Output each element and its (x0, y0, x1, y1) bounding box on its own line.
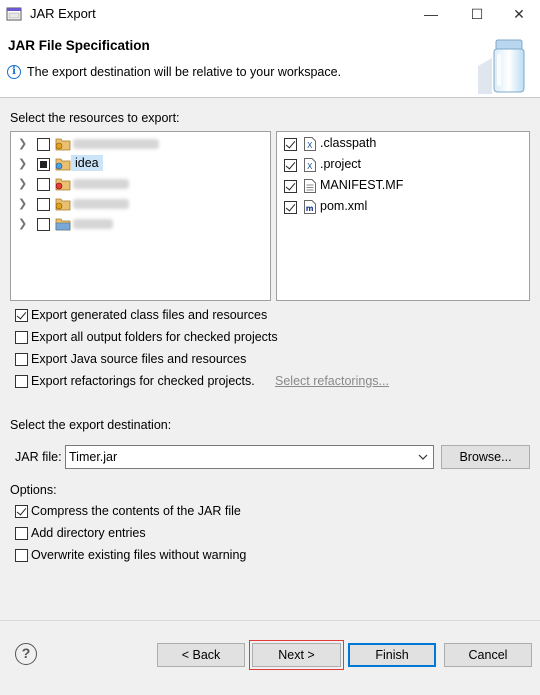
redacted-label (73, 219, 113, 229)
svg-text:m: m (306, 204, 314, 213)
file-list[interactable]: X .classpath X .project MANIFEST.MF m po… (276, 131, 530, 301)
file-checkbox[interactable] (284, 180, 297, 193)
tree-item[interactable]: ❯ (11, 174, 270, 194)
chevron-right-icon[interactable]: ❯ (18, 158, 28, 170)
cancel-button[interactable]: Cancel (444, 643, 532, 667)
redacted-label (73, 139, 159, 149)
eclipse-app-icon (6, 7, 22, 21)
file-label: .classpath (320, 136, 377, 150)
finish-button[interactable]: Finish (348, 643, 436, 667)
chevron-right-icon[interactable]: ❯ (18, 138, 28, 150)
tree-checkbox[interactable] (37, 218, 50, 231)
maximize-button[interactable]: ☐ (454, 0, 500, 28)
jar-icon (478, 39, 525, 94)
checkbox[interactable] (15, 309, 28, 322)
text-file-icon (304, 179, 316, 193)
tree-item-label: idea (71, 155, 103, 171)
maven-file-icon: m (304, 200, 316, 214)
xml-file-icon: X (304, 137, 316, 151)
checkbox[interactable] (15, 527, 28, 540)
file-label: pom.xml (320, 199, 368, 213)
list-item[interactable]: MANIFEST.MF (277, 176, 529, 196)
svg-text:X: X (307, 141, 313, 150)
jar-file-combo[interactable]: Timer.jar (65, 445, 434, 469)
jar-file-value[interactable]: Timer.jar (69, 450, 117, 464)
chevron-right-icon[interactable]: ❯ (18, 198, 28, 210)
project-folder-icon (55, 158, 71, 171)
checkbox[interactable] (15, 331, 28, 344)
footer-divider (0, 620, 540, 621)
svg-text:X: X (307, 162, 313, 171)
file-label: .project (320, 157, 361, 171)
checkbox[interactable] (15, 549, 28, 562)
destination-label: Select the export destination: (10, 418, 172, 432)
window-title: JAR Export (30, 6, 96, 21)
file-checkbox[interactable] (284, 201, 297, 214)
redacted-label (73, 199, 129, 209)
project-tree[interactable]: ❯ ❯ idea ❯ ❯ ❯ (10, 131, 271, 301)
file-checkbox[interactable] (284, 159, 297, 172)
list-item[interactable]: X .classpath (277, 134, 529, 154)
tree-item[interactable]: ❯ (11, 134, 270, 154)
tree-item[interactable]: ❯ idea (11, 154, 270, 174)
close-button[interactable]: ✕ (496, 0, 540, 28)
tree-item[interactable]: ❯ (11, 194, 270, 214)
chevron-right-icon[interactable]: ❯ (18, 178, 28, 190)
checkbox[interactable] (15, 375, 28, 388)
chevron-down-icon[interactable] (417, 450, 429, 464)
tree-checkbox[interactable] (37, 198, 50, 211)
project-folder-icon (55, 138, 71, 151)
file-checkbox[interactable] (284, 138, 297, 151)
wizard-banner: JAR File Specification i The export dest… (0, 28, 540, 98)
options-label: Options: (10, 483, 57, 497)
checkbox[interactable] (15, 505, 28, 518)
help-icon[interactable]: ? (15, 643, 37, 665)
resources-label: Select the resources to export: (10, 111, 180, 125)
chevron-right-icon[interactable]: ❯ (18, 218, 28, 230)
list-item[interactable]: X .project (277, 155, 529, 175)
back-button[interactable]: < Back (157, 643, 245, 667)
checkbox[interactable] (15, 353, 28, 366)
project-folder-error-icon (55, 178, 71, 191)
list-item[interactable]: m pom.xml (277, 197, 529, 217)
page-title: JAR File Specification (8, 38, 150, 53)
project-folder-icon (55, 218, 71, 231)
tree-checkbox[interactable] (37, 138, 50, 151)
title-bar: JAR Export — ☐ ✕ (0, 0, 540, 28)
browse-button[interactable]: Browse... (441, 445, 530, 469)
tree-checkbox[interactable] (37, 158, 50, 171)
xml-file-icon: X (304, 158, 316, 172)
tree-item[interactable]: ❯ (11, 214, 270, 234)
select-refactorings-link[interactable]: Select refactorings... (275, 374, 389, 388)
banner-message: The export destination will be relative … (27, 65, 342, 79)
jar-file-label: JAR file: (15, 450, 62, 464)
project-folder-icon (55, 198, 71, 211)
redacted-label (73, 179, 129, 189)
minimize-button[interactable]: — (408, 0, 454, 28)
file-label: MANIFEST.MF (320, 178, 404, 192)
info-icon: i (7, 65, 21, 79)
tree-checkbox[interactable] (37, 178, 50, 191)
next-button[interactable]: Next > (249, 640, 344, 670)
